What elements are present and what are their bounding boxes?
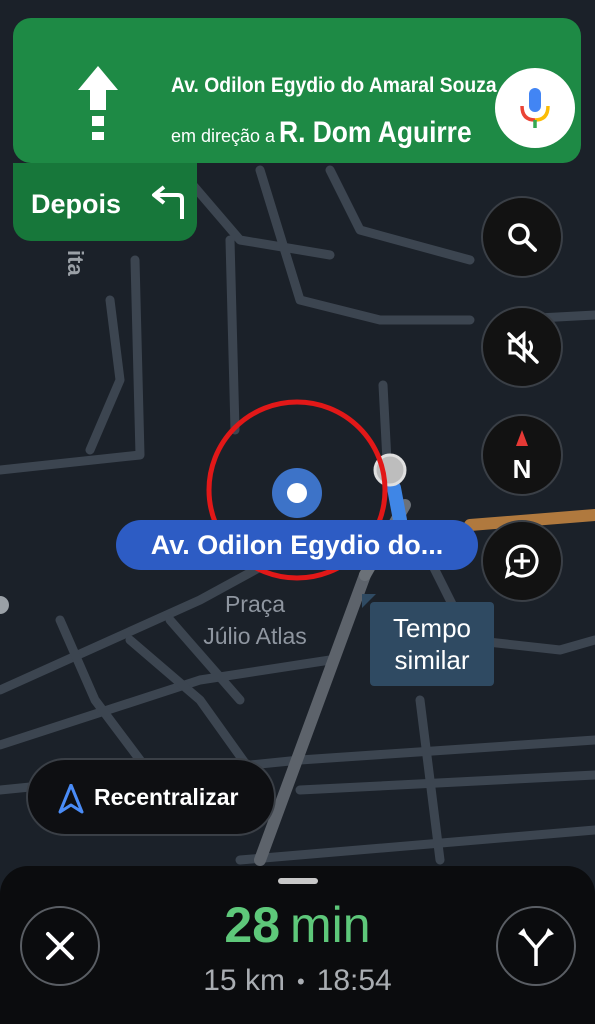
then-label: Depois: [31, 189, 122, 219]
trip-summary-sheet[interactable]: 28 min 15 km • 18:54: [0, 866, 595, 1024]
eta-unit: min: [290, 897, 371, 953]
compass-icon: N: [513, 430, 532, 484]
mute-button[interactable]: [481, 306, 563, 388]
callout-line2: similar: [394, 645, 470, 675]
street-name-fragment: ita: [63, 250, 88, 276]
toward-line: em direção a R. Dom Aguirre: [171, 116, 498, 150]
compass-button[interactable]: N: [481, 414, 563, 496]
next-turn-card[interactable]: Depois: [13, 163, 197, 241]
navigation-instruction-card[interactable]: Av. Odilon Egydio do Amaral Souza em dir…: [13, 18, 581, 163]
recenter-label: Recentralizar: [94, 784, 239, 810]
alternate-routes-button[interactable]: [496, 906, 576, 986]
turn-left-icon: [152, 185, 184, 219]
callout-line1: Tempo: [392, 613, 472, 643]
sound-off-icon: [507, 330, 539, 364]
place-label-line2: Júlio Atlas: [203, 623, 307, 649]
alternate-route-callout[interactable]: Tempo similar: [370, 602, 494, 686]
drag-handle[interactable]: [278, 878, 318, 884]
straight-arrow-icon: [78, 66, 118, 140]
trip-distance: 15 km: [203, 964, 285, 997]
place-label-line1: Praça: [224, 591, 286, 617]
mic-icon: [520, 88, 550, 128]
add-report-icon: [504, 544, 539, 579]
place-label: Praça Júlio Atlas: [170, 588, 340, 652]
current-street-name: Av. Odilon Egydio do Amaral Souza: [171, 74, 497, 97]
recenter-button[interactable]: Recentralizar: [26, 758, 276, 836]
search-button[interactable]: [481, 196, 563, 278]
navigation-arrow-icon: [58, 784, 84, 814]
voice-search-button[interactable]: [495, 68, 575, 148]
current-road-label: Av. Odilon Egydio do...: [116, 520, 478, 570]
separator-dot: •: [296, 969, 305, 995]
arrival-time: 18:54: [316, 964, 392, 997]
compass-letter: N: [513, 454, 532, 484]
destination-street: R. Dom Aguirre: [279, 116, 472, 149]
toward-prefix: em direção a: [171, 126, 276, 146]
search-icon: [508, 223, 537, 252]
route-fork-icon: [518, 928, 554, 966]
eta-value: 28: [224, 897, 281, 953]
add-report-button[interactable]: [481, 520, 563, 602]
